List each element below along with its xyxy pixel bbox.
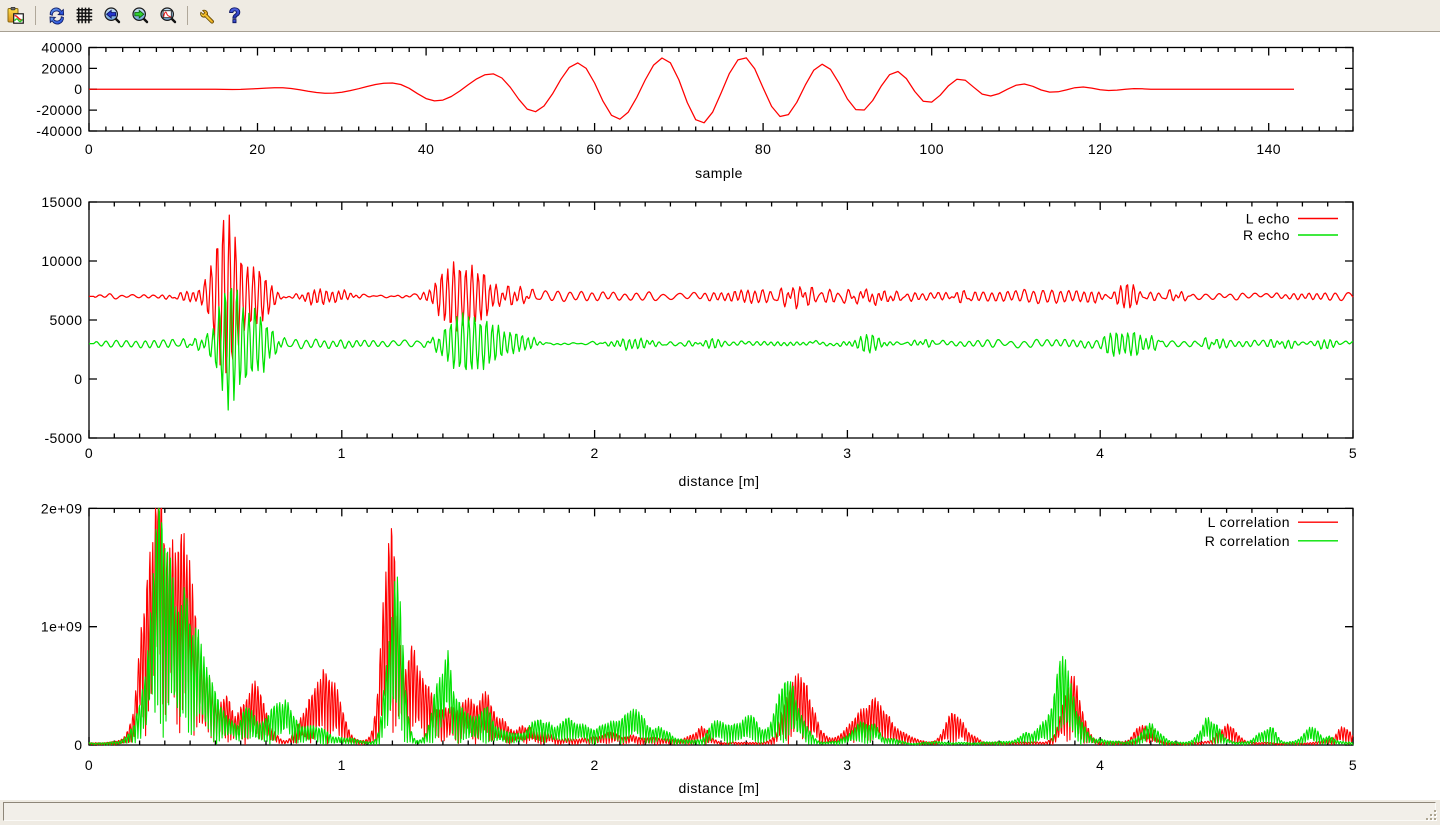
svg-text:3: 3 (843, 445, 851, 461)
svg-text:1e+09: 1e+09 (41, 619, 83, 635)
svg-text:40000: 40000 (41, 40, 82, 56)
svg-text:0: 0 (74, 371, 82, 387)
svg-text:140: 140 (1256, 141, 1281, 157)
svg-text:sample: sample (695, 165, 743, 181)
svg-text:4: 4 (1096, 757, 1104, 773)
svg-text:distance [m]: distance [m] (679, 780, 760, 796)
svg-text:0: 0 (85, 445, 93, 461)
svg-text:2: 2 (590, 757, 598, 773)
svg-text:0: 0 (85, 757, 93, 773)
svg-text:distance [m]: distance [m] (679, 473, 760, 489)
svg-text:15000: 15000 (41, 194, 82, 210)
svg-text:-40000: -40000 (36, 123, 82, 139)
svg-text:R echo: R echo (1243, 227, 1290, 243)
svg-text:80: 80 (755, 141, 771, 157)
svg-text:0: 0 (74, 81, 82, 97)
svg-text:1: 1 (338, 445, 346, 461)
svg-text:40: 40 (418, 141, 434, 157)
svg-text:2e+09: 2e+09 (41, 500, 83, 516)
svg-text:0: 0 (85, 141, 93, 157)
svg-text:0: 0 (74, 737, 82, 753)
svg-text:100: 100 (919, 141, 944, 157)
svg-text:-5000: -5000 (44, 430, 82, 446)
svg-text:5: 5 (1349, 445, 1357, 461)
svg-text:60: 60 (586, 141, 602, 157)
svg-text:R correlation: R correlation (1205, 533, 1290, 549)
svg-text:5000: 5000 (50, 312, 83, 328)
svg-text:1: 1 (338, 757, 346, 773)
svg-text:5: 5 (1349, 757, 1357, 773)
svg-text:10000: 10000 (41, 253, 82, 269)
svg-text:2: 2 (590, 445, 598, 461)
svg-text:120: 120 (1088, 141, 1113, 157)
svg-text:3: 3 (843, 757, 851, 773)
svg-text:20000: 20000 (41, 60, 82, 76)
svg-text:-20000: -20000 (36, 102, 82, 118)
svg-text:L correlation: L correlation (1208, 514, 1290, 530)
svg-text:L echo: L echo (1246, 210, 1290, 226)
svg-text:20: 20 (249, 141, 265, 157)
svg-text:4: 4 (1096, 445, 1104, 461)
